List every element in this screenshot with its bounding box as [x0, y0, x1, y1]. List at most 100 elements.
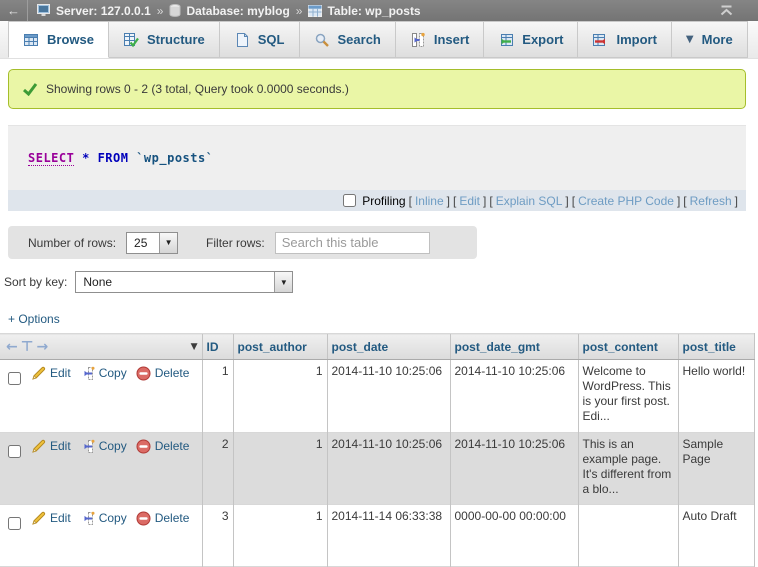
- breadcrumb-bar: ← Server: 127.0.0.1 » Database: myblog »…: [0, 0, 758, 21]
- sql-table-name: `wp_posts`: [136, 151, 213, 165]
- edit-link[interactable]: Edit: [50, 439, 71, 454]
- column-header-post-date-gmt[interactable]: post_date_gmt: [450, 334, 578, 360]
- sql-keyword-select[interactable]: SELECT: [28, 151, 74, 166]
- pencil-icon: [31, 366, 46, 381]
- cell-post-date-gmt: 2014-11-10 10:25:06: [450, 360, 578, 433]
- tab-structure[interactable]: Structure: [109, 21, 220, 58]
- delete-link[interactable]: Delete: [155, 366, 190, 381]
- row-checkbox[interactable]: [8, 372, 21, 385]
- sql-query-text: SELECT * FROM `wp_posts`: [8, 126, 746, 190]
- tab-browse[interactable]: Browse: [8, 21, 109, 58]
- edit-link[interactable]: Edit: [50, 511, 71, 526]
- copy-link[interactable]: Copy: [99, 366, 127, 381]
- sort-by-key-row: Sort by key: None ▼: [4, 271, 758, 293]
- cell-post-author: 1: [233, 505, 327, 567]
- sql-footer-bar: Profiling [ Inline ] [ Edit ] [ Explain …: [8, 190, 746, 211]
- edit-action[interactable]: Edit: [31, 511, 71, 526]
- sort-by-key-select[interactable]: None ▼: [75, 271, 293, 293]
- sql-query-box: SELECT * FROM `wp_posts` Profiling [ Inl…: [8, 125, 746, 211]
- delete-link[interactable]: Delete: [155, 439, 190, 454]
- delete-action[interactable]: Delete: [136, 439, 190, 454]
- cell-post-title: Hello world!: [678, 360, 754, 433]
- explain-sql-link[interactable]: Explain SQL: [496, 194, 563, 208]
- copy-link[interactable]: Copy: [99, 511, 127, 526]
- row-checkbox[interactable]: [8, 445, 21, 458]
- breadcrumb-table[interactable]: Table: wp_posts: [308, 4, 420, 18]
- table-row: EditCopyDelete 1 1 2014-11-10 10:25:06 2…: [0, 360, 754, 433]
- tab-insert[interactable]: Insert: [396, 21, 484, 58]
- status-message-text: Showing rows 0 - 2 (3 total, Query took …: [46, 82, 349, 96]
- tab-import-label: Import: [616, 32, 656, 47]
- tab-export[interactable]: Export: [484, 21, 578, 58]
- row-checkbox[interactable]: [8, 517, 21, 530]
- export-icon: [498, 32, 514, 48]
- collapse-icon: [719, 5, 734, 16]
- collapse-panel-button[interactable]: [719, 5, 734, 16]
- bracket: ]: [565, 194, 568, 208]
- cell-post-title: Sample Page: [678, 433, 754, 505]
- bracket: [: [489, 194, 492, 208]
- number-of-rows-select[interactable]: 25 ▼: [126, 232, 178, 254]
- profiling-label: Profiling: [362, 194, 405, 208]
- column-header-post-author[interactable]: post_author: [233, 334, 327, 360]
- breadcrumb: Server: 127.0.0.1 » Database: myblog » T…: [37, 4, 421, 18]
- edit-action[interactable]: Edit: [31, 439, 71, 454]
- cell-post-content: This is an example page. It's different …: [578, 433, 678, 505]
- tab-sql[interactable]: SQL: [220, 21, 300, 58]
- copy-action[interactable]: Copy: [80, 439, 127, 454]
- profiling-checkbox-label[interactable]: Profiling: [343, 194, 405, 208]
- bracket: [: [409, 194, 412, 208]
- sort-descending-icon[interactable]: ▼: [191, 342, 198, 352]
- results-table: ←⊤→ ▼ ID post_author post_date post_date…: [0, 333, 755, 567]
- delete-action[interactable]: Delete: [136, 366, 190, 381]
- display-direction-icon[interactable]: ←⊤→: [6, 339, 51, 355]
- options-toggle[interactable]: + Options: [8, 312, 78, 326]
- sql-star: *: [82, 151, 90, 165]
- copy-action[interactable]: Copy: [80, 366, 127, 381]
- breadcrumb-server[interactable]: Server: 127.0.0.1: [37, 4, 151, 18]
- cell-post-date: 2014-11-10 10:25:06: [327, 433, 450, 505]
- delete-action[interactable]: Delete: [136, 511, 190, 526]
- cell-post-author: 1: [233, 433, 327, 505]
- edit-link[interactable]: Edit: [50, 366, 71, 381]
- breadcrumb-server-label: Server: 127.0.0.1: [56, 4, 151, 18]
- tab-more[interactable]: ▼ More: [672, 21, 748, 58]
- filter-rows-input[interactable]: [275, 232, 430, 254]
- chevron-down-icon: ▼: [159, 233, 177, 253]
- column-header-post-title[interactable]: post_title: [678, 334, 754, 360]
- copy-link[interactable]: Copy: [99, 439, 127, 454]
- status-message: Showing rows 0 - 2 (3 total, Query took …: [8, 69, 746, 109]
- bracket: ]: [483, 194, 486, 208]
- insert-icon: [410, 32, 426, 48]
- tab-search[interactable]: Search: [300, 21, 396, 58]
- cell-id: 2: [202, 433, 233, 505]
- tab-bar: Browse Structure SQL Search Insert Expor…: [0, 21, 758, 59]
- copy-icon: [80, 366, 95, 381]
- bracket: [: [453, 194, 456, 208]
- column-header-post-content[interactable]: post_content: [578, 334, 678, 360]
- inline-link[interactable]: Inline: [415, 194, 444, 208]
- row-actions-cell: Edit Copy Delete: [0, 433, 202, 505]
- bracket: ]: [677, 194, 680, 208]
- delete-link[interactable]: Delete: [155, 511, 190, 526]
- back-arrow-button[interactable]: ←: [0, 0, 28, 21]
- edit-query-link[interactable]: Edit: [459, 194, 480, 208]
- row-actions-cell: Edit Copy Delete: [0, 505, 202, 567]
- refresh-link[interactable]: Refresh: [690, 194, 732, 208]
- pencil-icon: [31, 439, 46, 454]
- profiling-checkbox[interactable]: [343, 194, 356, 207]
- create-php-code-link[interactable]: Create PHP Code: [578, 194, 674, 208]
- table-row: EditCopyDelete 3 1 2014-11-14 06:33:38 0…: [0, 505, 754, 567]
- tab-import[interactable]: Import: [578, 21, 671, 58]
- column-header-id[interactable]: ID: [202, 334, 233, 360]
- chevron-down-icon: ▼: [686, 34, 694, 45]
- copy-icon: [80, 439, 95, 454]
- tab-structure-label: Structure: [147, 32, 205, 47]
- column-header-post-date[interactable]: post_date: [327, 334, 450, 360]
- edit-action[interactable]: Edit: [31, 366, 71, 381]
- pencil-icon: [31, 511, 46, 526]
- filter-rows-label: Filter rows:: [206, 236, 265, 250]
- number-of-rows-value: 25: [127, 233, 159, 253]
- breadcrumb-database[interactable]: Database: myblog: [169, 4, 289, 18]
- copy-action[interactable]: Copy: [80, 511, 127, 526]
